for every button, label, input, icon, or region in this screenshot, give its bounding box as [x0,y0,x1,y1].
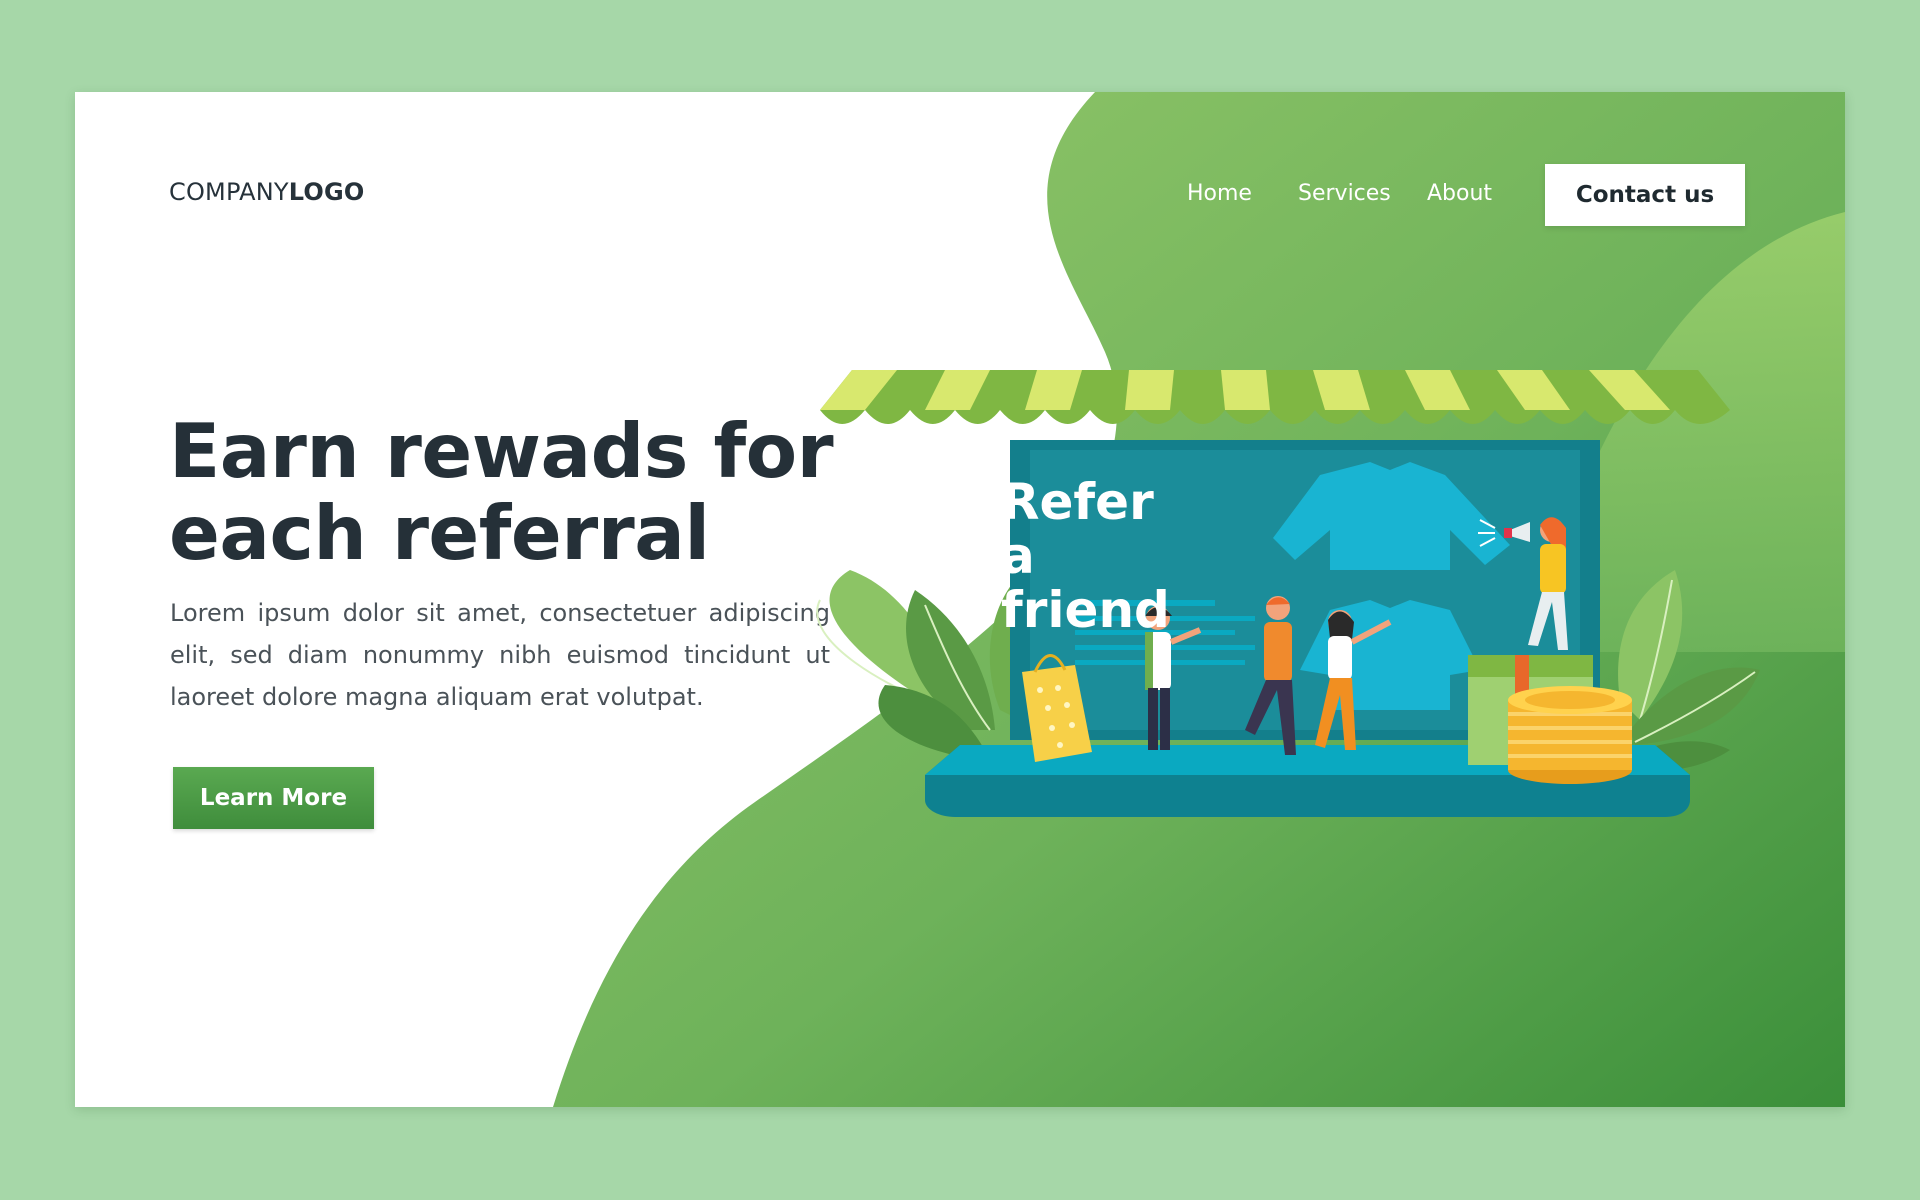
logo-company-text: COMPANY [169,178,289,206]
nav-home-link[interactable]: Home [1187,181,1252,206]
referral-illustration [816,370,1760,817]
nav-services-link[interactable]: Services [1298,181,1391,206]
logo-bold-text: LOGO [288,178,365,206]
coin-stack-icon [1508,686,1632,784]
shop-awning-icon [820,370,1730,424]
hero-description: Lorem ipsum dolor sit amet, consectetuer… [170,599,830,711]
leaf-icon [1618,570,1760,771]
refer-a-friend-heading: Refer a friend [1001,473,1170,639]
contact-us-button[interactable]: Contact us [1545,164,1745,226]
nav-about-link[interactable]: About [1427,181,1492,206]
learn-more-button[interactable]: Learn More [173,767,374,829]
company-logo[interactable]: COMPANYLOGO [169,178,364,206]
